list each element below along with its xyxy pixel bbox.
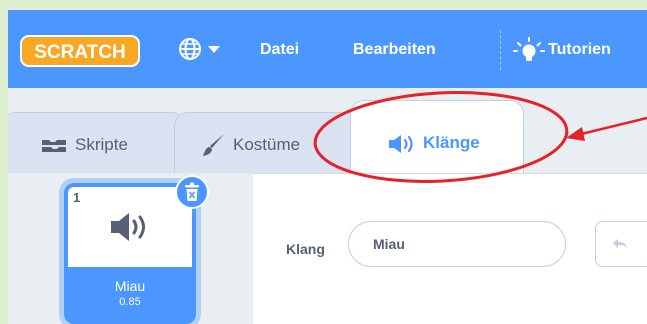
scratch-window: SCRATCH Datei Bearbeiten Tutorien Skript…: [8, 10, 647, 324]
tab-sounds-label: Klänge: [423, 133, 480, 152]
paintbrush-icon: [203, 134, 224, 156]
sound-name-input[interactable]: [348, 221, 566, 267]
code-icon: [42, 140, 66, 152]
chevron-down-icon[interactable]: [208, 46, 220, 53]
globe-icon[interactable]: [178, 37, 202, 61]
menu-edit[interactable]: Bearbeiten: [353, 41, 436, 59]
scratch-logo-text: SCRATCH: [34, 42, 125, 63]
scratch-logo[interactable]: SCRATCH: [20, 34, 140, 68]
sound-list: 1 Miau 0.85: [8, 173, 253, 324]
sound-editor: Klang: [253, 173, 647, 324]
sound-duration: 0.85: [119, 296, 141, 308]
sound-thumbnail: 1: [68, 187, 192, 267]
undo-icon: [613, 239, 627, 248]
sound-name-label: Klang: [286, 241, 325, 257]
speaker-icon: [389, 135, 413, 153]
tab-code-label: Skripte: [75, 135, 128, 154]
menu-file[interactable]: Datei: [260, 41, 299, 59]
sound-item[interactable]: 1 Miau 0.85: [64, 183, 196, 324]
trash-icon: [185, 182, 199, 201]
undo-button[interactable]: [595, 221, 647, 267]
sound-name: Miau: [114, 278, 146, 294]
speaker-icon: [111, 213, 145, 241]
menu-bar: SCRATCH Datei Bearbeiten Tutorien: [8, 10, 647, 88]
menu-divider: [500, 30, 501, 70]
sound-index: 1: [73, 190, 81, 205]
tab-code[interactable]: Skripte: [8, 112, 186, 173]
tab-sounds[interactable]: Klänge: [350, 100, 524, 173]
lightbulb-icon[interactable]: [513, 37, 545, 65]
menu-tutorials[interactable]: Tutorien: [548, 41, 611, 59]
tab-costumes[interactable]: Kostüme: [174, 112, 360, 173]
delete-sound-button[interactable]: [175, 175, 209, 209]
editor-tabs: Skripte Kostüme Klänge: [8, 88, 647, 173]
tab-costumes-label: Kostüme: [233, 135, 301, 154]
